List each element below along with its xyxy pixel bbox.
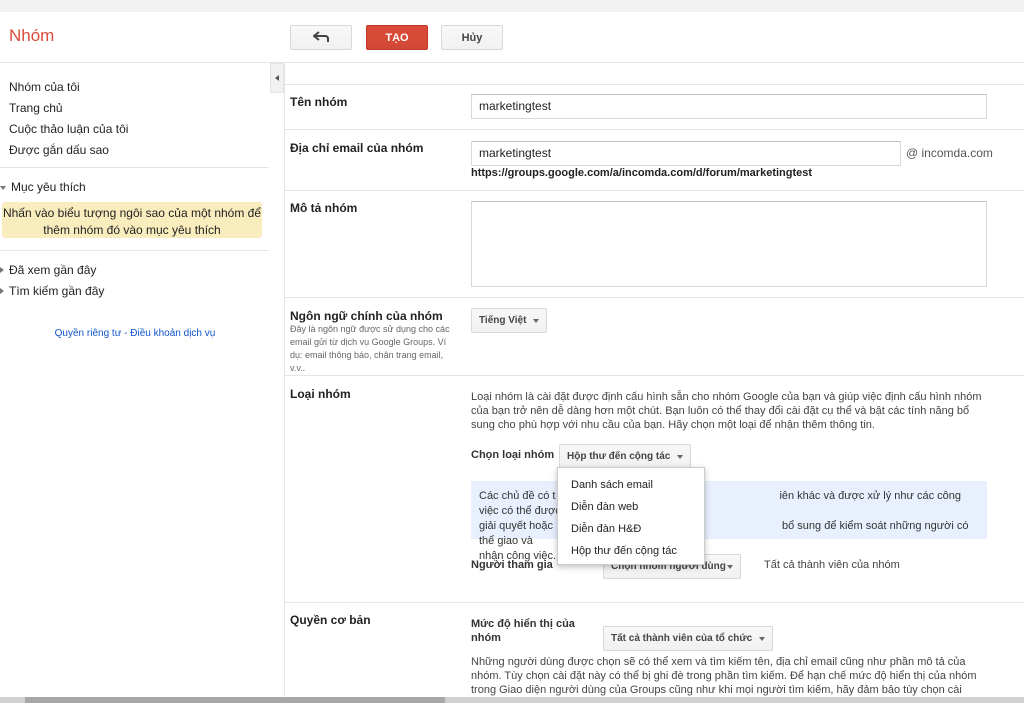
sidebar-item-starred[interactable]: Được gắn dấu sao — [9, 143, 109, 157]
row-divider — [285, 190, 1024, 191]
primary-language-help: Đây là ngôn ngữ được sử dụng cho các ema… — [290, 324, 450, 373]
basic-permissions-label: Quyền cơ bản — [290, 613, 371, 627]
group-description-label: Mô tả nhóm — [290, 201, 358, 215]
recent-searches-header[interactable]: Tìm kiếm gần đây — [0, 284, 104, 298]
row-divider — [285, 602, 1024, 603]
app-header: Nhóm TẠO Hủy — [0, 12, 1024, 63]
visibility-label-line1: Mức độ hiển thị của — [471, 618, 575, 630]
recently-viewed-label: Đã xem gần đây — [9, 263, 97, 277]
group-type-info-box: Các chủ đề có t iên khác và được xử lý nh… — [471, 481, 987, 562]
group-email-label: Địa chỉ email của nhóm — [290, 141, 424, 155]
cancel-button[interactable]: Hủy — [441, 25, 503, 50]
visibility-desc-line1: Những người dùng được chọn sẽ có thể xem… — [471, 656, 966, 668]
chevron-left-icon — [275, 75, 279, 81]
group-email-input[interactable]: marketingtest — [471, 141, 901, 166]
email-domain: @ incomda.com — [906, 146, 993, 160]
visibility-select-value: Tất cả thành viên của tổ chức — [611, 633, 753, 644]
privacy-terms-link[interactable]: Quyền riêng tư - Điều khoản dịch vụ — [0, 328, 270, 339]
participants-label: Người tham gia — [471, 559, 553, 571]
favorites-title: Mục yêu thích — [11, 180, 86, 194]
sidebar-collapse-button[interactable] — [270, 63, 284, 93]
recent-searches-label: Tìm kiếm gần đây — [9, 284, 105, 298]
row-divider — [285, 375, 1024, 376]
browser-top-strip — [0, 0, 1024, 12]
group-type-label: Loại nhóm — [290, 387, 351, 401]
group-type-select-value: Hộp thư đến cộng tác — [567, 451, 671, 462]
favorites-hint-line1: Nhấn vào biểu tượng ngôi sao của một nhó… — [2, 206, 262, 220]
dropdown-option-qa-forum[interactable]: Diễn đàn H&Đ — [558, 518, 704, 540]
sidebar-item-my-groups[interactable]: Nhóm của tôi — [9, 80, 80, 94]
row-divider — [285, 129, 1024, 130]
expand-right-icon — [0, 288, 4, 294]
language-select-value: Tiếng Việt — [479, 315, 527, 326]
expand-down-icon — [0, 186, 6, 190]
undo-arrow-icon — [312, 31, 329, 42]
visibility-description: Những người dùng được chọn sẽ có thể xem… — [471, 655, 986, 697]
visibility-label-line2: nhóm — [471, 632, 501, 644]
visibility-desc-line2: nhóm. Tùy chọn cài đặt này có thể bị ghi… — [471, 670, 977, 682]
group-description-textarea[interactable] — [471, 201, 987, 287]
visibility-desc-line3: trong Giao diện người dùng của Groups cũ… — [471, 684, 962, 696]
row-divider — [285, 297, 1024, 298]
favorites-hint: Nhấn vào biểu tượng ngôi sao của một nhó… — [2, 202, 262, 238]
back-button[interactable] — [290, 25, 352, 50]
group-type-dropdown-menu: Danh sách email Diễn đàn web Diễn đàn H&… — [557, 467, 705, 565]
expand-right-icon — [0, 267, 4, 273]
row-divider — [285, 84, 1024, 85]
group-type-description: Loại nhóm là cài đặt được định cấu hình … — [471, 391, 982, 431]
dropdown-option-email-list[interactable]: Danh sách email — [558, 474, 704, 496]
scrollbar-thumb[interactable] — [25, 697, 445, 703]
participants-value: Tất cả thành viên của nhóm — [764, 559, 900, 571]
group-name-input[interactable]: marketingtest — [471, 94, 987, 119]
caret-down-icon — [759, 637, 766, 641]
favorites-header[interactable]: Mục yêu thích — [0, 180, 86, 194]
visibility-label: Mức độ hiển thị của nhóm — [471, 617, 575, 645]
group-type-select[interactable]: Hộp thư đến cộng tác — [559, 444, 692, 469]
sidebar-divider — [0, 167, 269, 168]
info-line-2: giải quyết hoặc bổ sung để kiểm soát nhữn… — [479, 519, 979, 549]
recently-viewed-header[interactable]: Đã xem gần đây — [0, 263, 96, 277]
sidebar-item-home[interactable]: Trang chủ — [9, 101, 63, 115]
dropdown-option-web-forum[interactable]: Diễn đàn web — [558, 496, 704, 518]
choose-type-label: Chọn loại nhóm — [471, 449, 555, 461]
primary-language-label: Ngôn ngữ chính của nhóm — [290, 309, 443, 323]
dropdown-option-collaborative-inbox[interactable]: Hộp thư đến cộng tác — [558, 540, 704, 562]
language-select[interactable]: Tiếng Việt — [471, 308, 548, 333]
create-button[interactable]: TẠO — [366, 25, 428, 50]
info-line-2a: giải quyết hoặc — [479, 520, 553, 532]
favorites-hint-line2: thêm nhóm đó vào mục yêu thích — [43, 223, 221, 237]
visibility-select[interactable]: Tất cả thành viên của tổ chức — [603, 626, 774, 651]
group-form: Tên nhóm marketingtest Địa chỉ email của… — [285, 63, 1024, 703]
caret-down-icon — [677, 455, 684, 459]
horizontal-scrollbar[interactable] — [0, 697, 1024, 703]
info-line-1: Các chủ đề có t iên khác và được xử lý nh… — [479, 489, 979, 519]
caret-down-icon — [533, 319, 540, 323]
sidebar-divider — [0, 250, 269, 251]
group-url: https://groups.google.com/a/incomda.com/… — [471, 167, 813, 179]
sidebar-item-my-discussions[interactable]: Cuộc thảo luận của tôi — [9, 122, 128, 136]
brand-title: Nhóm — [9, 26, 55, 45]
group-name-label: Tên nhóm — [290, 95, 348, 109]
sidebar: Nhóm của tôi Trang chủ Cuộc thảo luận củ… — [0, 63, 270, 703]
caret-down-icon — [727, 565, 733, 569]
info-line-1a: Các chủ đề có t — [479, 490, 556, 502]
